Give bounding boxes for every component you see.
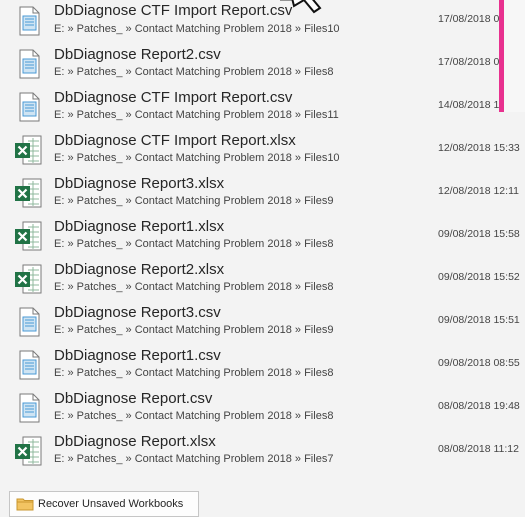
file-path: E: » Patches_ » Contact Matching Problem… bbox=[54, 281, 334, 293]
file-name: DbDiagnose Report3.xlsx bbox=[54, 175, 225, 192]
csv-file-icon bbox=[19, 350, 40, 380]
excel-file-icon bbox=[15, 221, 42, 251]
recover-button-label: Recover Unsaved Workbooks bbox=[38, 498, 184, 510]
csv-file-icon bbox=[19, 6, 40, 36]
file-name: DbDiagnose Report1.csv bbox=[54, 347, 221, 364]
file-path: E: » Patches_ » Contact Matching Problem… bbox=[54, 152, 340, 164]
file-path: E: » Patches_ » Contact Matching Problem… bbox=[54, 410, 334, 422]
recent-file-row[interactable]: DbDiagnose Report2.csv E: » Patches_ » C… bbox=[0, 46, 525, 89]
file-path: E: » Patches_ » Contact Matching Problem… bbox=[54, 324, 334, 336]
recent-file-row[interactable]: DbDiagnose Report3.csv E: » Patches_ » C… bbox=[0, 304, 525, 347]
file-name: DbDiagnose Report.csv bbox=[54, 390, 213, 407]
recent-file-row[interactable]: DbDiagnose Report3.xlsx E: » Patches_ » … bbox=[0, 175, 525, 218]
file-date: 09/08/2018 08:55 bbox=[438, 357, 520, 369]
recent-file-row[interactable]: DbDiagnose Report.csv E: » Patches_ » Co… bbox=[0, 390, 525, 433]
csv-file-icon bbox=[19, 92, 40, 122]
file-date: 12/08/2018 12:11 bbox=[438, 185, 519, 197]
csv-file-icon bbox=[19, 393, 40, 423]
recent-file-row[interactable]: DbDiagnose Report.xlsx E: » Patches_ » C… bbox=[0, 433, 525, 476]
folder-icon bbox=[16, 498, 34, 511]
excel-file-icon bbox=[15, 178, 42, 208]
file-path: E: » Patches_ » Contact Matching Problem… bbox=[54, 453, 334, 465]
csv-file-icon bbox=[19, 49, 40, 79]
pin-strip[interactable] bbox=[499, 0, 525, 112]
excel-file-icon bbox=[15, 436, 42, 466]
recent-file-row[interactable]: DbDiagnose CTF Import Report.csv E: » Pa… bbox=[0, 89, 525, 132]
recent-file-row[interactable]: DbDiagnose CTF Import Report.xlsx E: » P… bbox=[0, 132, 525, 175]
file-path: E: » Patches_ » Contact Matching Problem… bbox=[54, 238, 334, 250]
file-name: DbDiagnose CTF Import Report.csv bbox=[54, 89, 293, 106]
file-date: 09/08/2018 15:52 bbox=[438, 271, 520, 283]
file-path: E: » Patches_ » Contact Matching Problem… bbox=[54, 109, 339, 121]
file-name: DbDiagnose CTF Import Report.xlsx bbox=[54, 132, 296, 149]
recent-file-row[interactable]: DbDiagnose Report1.csv E: » Patches_ » C… bbox=[0, 347, 525, 390]
recent-file-row[interactable]: DbDiagnose Report2.xlsx E: » Patches_ » … bbox=[0, 261, 525, 304]
file-path: E: » Patches_ » Contact Matching Problem… bbox=[54, 195, 334, 207]
excel-file-icon bbox=[15, 135, 42, 165]
file-date: 08/08/2018 19:48 bbox=[438, 400, 520, 412]
recent-file-row[interactable]: DbDiagnose Report1.xlsx E: » Patches_ » … bbox=[0, 218, 525, 261]
recover-unsaved-workbooks-button[interactable]: Recover Unsaved Workbooks bbox=[9, 491, 199, 517]
file-date: 09/08/2018 15:51 bbox=[438, 314, 520, 326]
file-name: DbDiagnose Report3.csv bbox=[54, 304, 221, 321]
file-path: E: » Patches_ » Contact Matching Problem… bbox=[54, 23, 340, 35]
mouse-cursor-icon bbox=[280, 0, 322, 14]
file-date: 12/08/2018 15:33 bbox=[438, 142, 520, 154]
recent-file-row[interactable]: DbDiagnose CTF Import Report.csv E: » Pa… bbox=[0, 2, 525, 46]
excel-file-icon bbox=[15, 264, 42, 294]
file-name: DbDiagnose Report2.xlsx bbox=[54, 261, 225, 278]
file-name: DbDiagnose CTF Import Report.csv bbox=[54, 2, 293, 19]
file-name: DbDiagnose Report2.csv bbox=[54, 46, 221, 63]
file-path: E: » Patches_ » Contact Matching Problem… bbox=[54, 66, 334, 78]
file-date: 09/08/2018 15:58 bbox=[438, 228, 520, 240]
file-path: E: » Patches_ » Contact Matching Problem… bbox=[54, 367, 334, 379]
file-date: 08/08/2018 11:12 bbox=[438, 443, 519, 455]
file-name: DbDiagnose Report1.xlsx bbox=[54, 218, 225, 235]
csv-file-icon bbox=[19, 307, 40, 337]
file-name: DbDiagnose Report.xlsx bbox=[54, 433, 216, 450]
